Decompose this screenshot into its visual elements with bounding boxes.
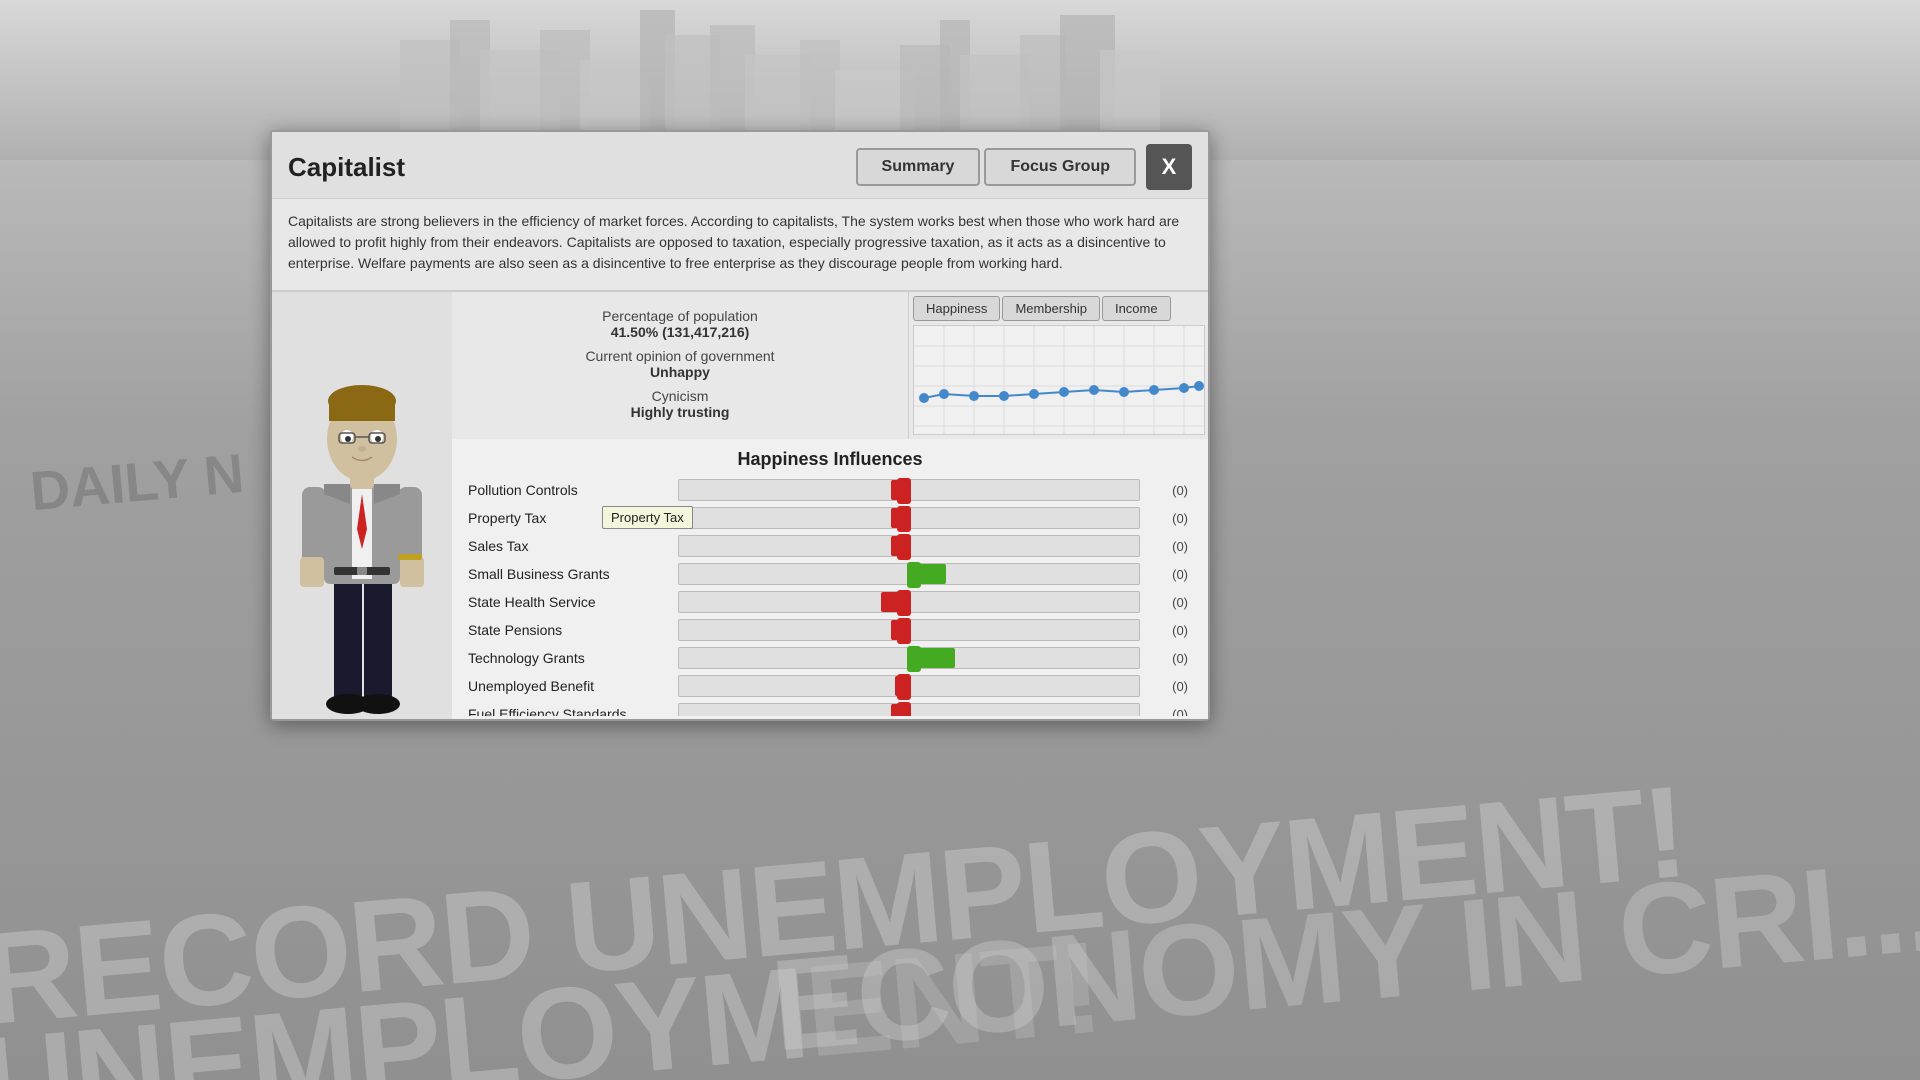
influence-value: (0) — [1148, 539, 1188, 554]
stats-top: Percentage of population 41.50% (131,417… — [452, 292, 1208, 439]
influence-value: (0) — [1148, 651, 1188, 666]
influence-value: (0) — [1148, 679, 1188, 694]
influence-name: Unemployed Benefit — [468, 678, 678, 694]
main-dialog: Capitalist Summary Focus Group X Capital… — [270, 130, 1210, 721]
influence-name: Technology Grants — [468, 650, 678, 666]
influence-name: State Health Service — [468, 594, 678, 610]
graph-area: Happiness Membership Income — [908, 292, 1208, 439]
influence-name: Fuel Efficiency Standards — [468, 706, 678, 716]
graph-container — [913, 325, 1205, 435]
influence-bar — [678, 507, 1140, 529]
influence-bar — [678, 535, 1140, 557]
influence-value: (0) — [1148, 623, 1188, 638]
influence-bar — [678, 479, 1140, 501]
cynicism-value: Highly trusting — [472, 404, 888, 420]
influence-value: (0) — [1148, 483, 1188, 498]
dialog-description: Capitalists are strong believers in the … — [272, 199, 1208, 292]
influence-value: (0) — [1148, 511, 1188, 526]
dialog-header: Capitalist Summary Focus Group X — [272, 132, 1208, 199]
population-row: Percentage of population 41.50% (131,417… — [472, 308, 888, 340]
influences-area: Happiness Influences Pollution Controls … — [452, 439, 1208, 719]
influence-value: (0) — [1148, 595, 1188, 610]
close-button[interactable]: X — [1146, 144, 1192, 190]
list-item: Technology Grants (0) — [452, 644, 1204, 672]
influence-bar — [678, 563, 1140, 585]
stats-area: Percentage of population 41.50% (131,417… — [452, 292, 1208, 719]
happiness-tab[interactable]: Happiness — [913, 296, 1000, 321]
population-label: Percentage of population — [472, 308, 888, 324]
influences-list[interactable]: Pollution Controls (0) Property Tax — [452, 476, 1208, 716]
summary-tab[interactable]: Summary — [856, 148, 981, 186]
character-portrait — [282, 329, 442, 719]
income-tab[interactable]: Income — [1102, 296, 1171, 321]
influence-value: (0) — [1148, 707, 1188, 717]
opinion-label: Current opinion of government — [472, 348, 888, 364]
influence-name: State Pensions — [468, 622, 678, 638]
stats-info: Percentage of population 41.50% (131,417… — [452, 292, 908, 439]
influence-name: Pollution Controls — [468, 482, 678, 498]
list-item: State Pensions (0) — [452, 616, 1204, 644]
influence-value: (0) — [1148, 567, 1188, 582]
influences-title: Happiness Influences — [452, 439, 1208, 476]
list-item: State Health Service (0) — [452, 588, 1204, 616]
influence-bar — [678, 675, 1140, 697]
tab-buttons: Summary Focus Group — [856, 148, 1136, 186]
graph-tabs: Happiness Membership Income — [913, 296, 1204, 321]
dialog-title: Capitalist — [288, 152, 856, 183]
influence-bar — [678, 703, 1140, 716]
influence-bar — [678, 619, 1140, 641]
graph-svg — [914, 326, 1205, 435]
influence-bar — [678, 591, 1140, 613]
focus-group-tab[interactable]: Focus Group — [984, 148, 1136, 186]
influence-bar — [678, 647, 1140, 669]
list-item: Fuel Efficiency Standards (0) — [452, 700, 1204, 716]
dialog-content: Percentage of population 41.50% (131,417… — [272, 292, 1208, 719]
membership-tab[interactable]: Membership — [1002, 296, 1100, 321]
opinion-value: Unhappy — [472, 364, 888, 380]
property-tax-tooltip: Property Tax — [602, 506, 693, 529]
list-item: Property Tax (0) Property Tax — [452, 504, 1204, 532]
list-item: Sales Tax (0) — [452, 532, 1204, 560]
cynicism-row: Cynicism Highly trusting — [472, 388, 888, 420]
opinion-row: Current opinion of government Unhappy — [472, 348, 888, 380]
news-header-1: DAILY N — [28, 441, 247, 523]
influence-name: Sales Tax — [468, 538, 678, 554]
list-item: Unemployed Benefit (0) — [452, 672, 1204, 700]
list-item: Small Business Grants (0) — [452, 560, 1204, 588]
list-item: Pollution Controls (0) — [452, 476, 1204, 504]
portrait-area — [272, 292, 452, 719]
influence-name: Small Business Grants — [468, 566, 678, 582]
population-value: 41.50% (131,417,216) — [472, 324, 888, 340]
cynicism-label: Cynicism — [472, 388, 888, 404]
